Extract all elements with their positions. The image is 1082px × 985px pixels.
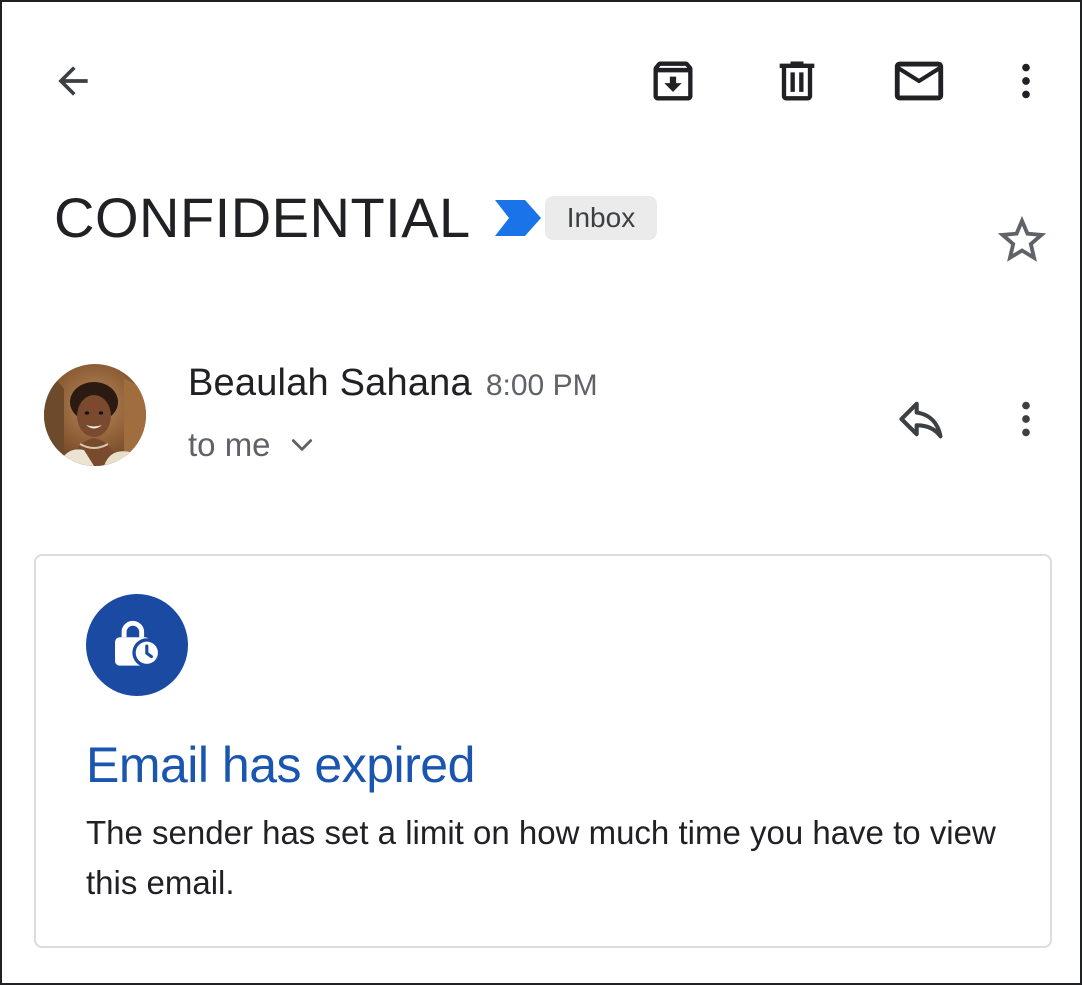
more-options-button[interactable] [998, 48, 1054, 114]
message-time: 8:00 PM [485, 369, 598, 402]
chevron-down-icon [291, 439, 312, 451]
label-chip-inbox[interactable]: Inbox [544, 196, 658, 240]
more-vert-icon [1022, 401, 1030, 437]
star-outline-icon [997, 215, 1047, 262]
trash-icon [779, 61, 815, 101]
arrow-back-icon [58, 66, 88, 96]
archive-icon [653, 61, 693, 101]
message-more-options-button[interactable] [1000, 388, 1052, 450]
importance-marker-icon [494, 200, 541, 236]
email-subject: CONFIDENTIAL [54, 186, 471, 249]
lock-clock-icon [86, 594, 188, 696]
more-vert-icon [1022, 63, 1030, 99]
subject-row: CONFIDENTIAL Inbox [54, 184, 658, 252]
back-button[interactable] [40, 48, 106, 114]
sender-line: Beaulah Sahana 8:00 PM [188, 362, 598, 405]
recipient-label: to me [188, 426, 271, 463]
avatar-image [44, 364, 146, 466]
reply-button[interactable] [890, 388, 952, 450]
expired-description: The sender has set a limit on how much t… [86, 814, 996, 901]
mark-unread-button[interactable] [884, 48, 954, 114]
email-view: CONFIDENTIAL Inbox Beaulah Sahana 8:00 P… [0, 0, 1082, 985]
sender-name[interactable]: Beaulah Sahana [188, 362, 472, 405]
sender-avatar[interactable] [44, 364, 146, 466]
star-button[interactable] [990, 208, 1054, 272]
lock-clock-glyph [115, 620, 162, 668]
expired-title: Email has expired [86, 737, 475, 793]
expired-email-card: Email has expired The sender has set a l… [34, 554, 1052, 948]
recipient-details-toggle[interactable]: to me [188, 426, 315, 464]
mail-icon [894, 61, 944, 101]
delete-button[interactable] [762, 48, 832, 114]
reply-icon [899, 401, 943, 439]
archive-button[interactable] [638, 48, 708, 114]
